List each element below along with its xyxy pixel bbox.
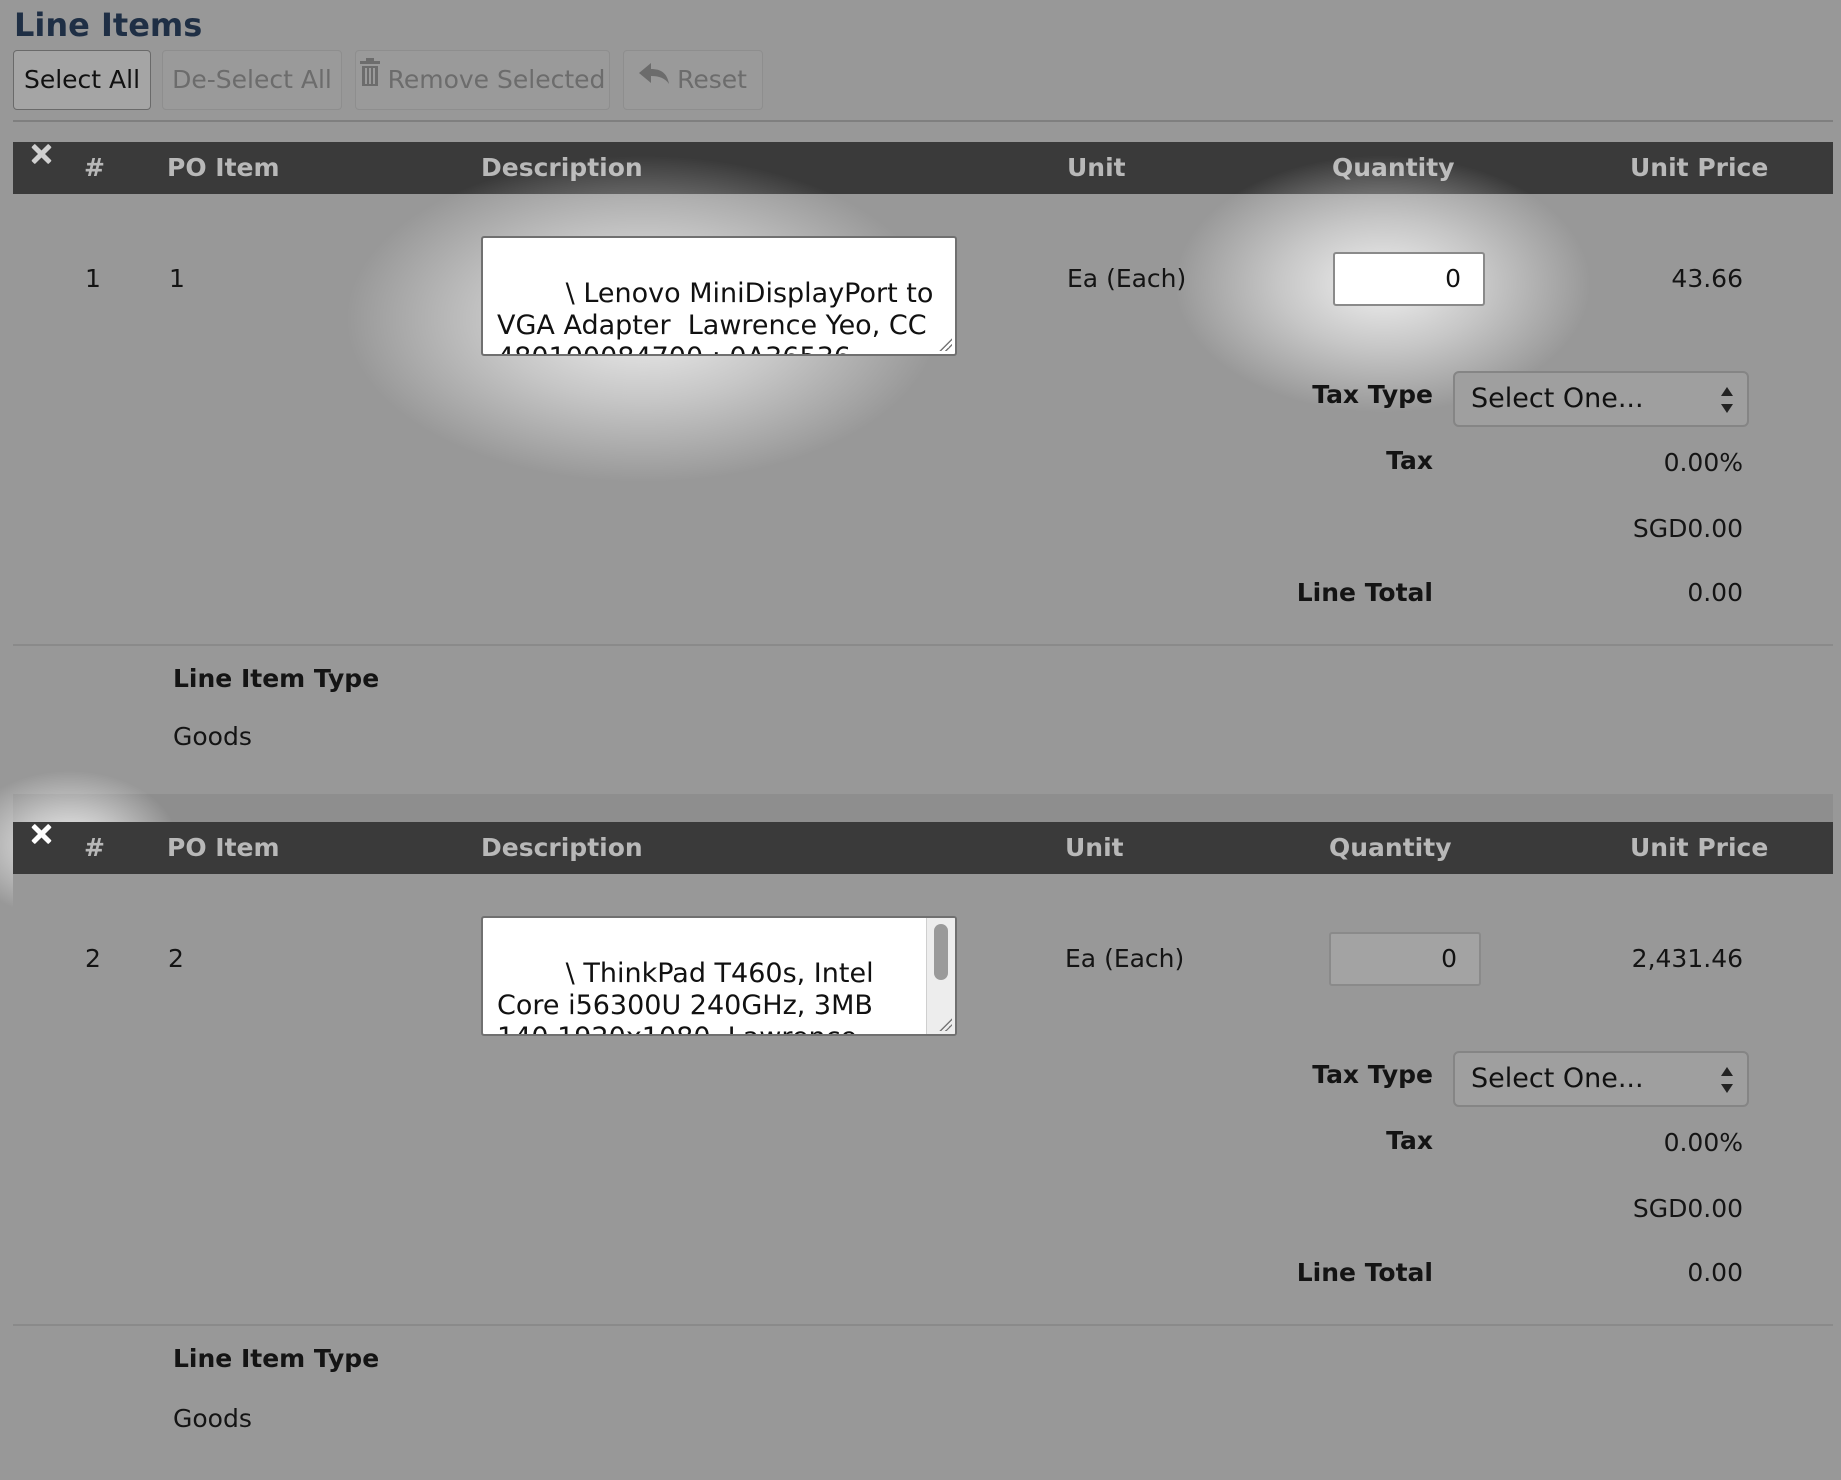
- tax-label: Tax: [1386, 1126, 1433, 1155]
- tax-rate-value: 0.00%: [1663, 1128, 1743, 1157]
- line-item-type-value: Goods: [173, 722, 252, 751]
- line-total-label: Line Total: [1296, 578, 1433, 607]
- line-item-type-value: Goods: [173, 1404, 252, 1433]
- line-item-2: # PO Item Description Unit Quantity Unit…: [13, 822, 1833, 1474]
- item-number: 2: [85, 944, 101, 973]
- item-number: 1: [85, 264, 101, 293]
- quantity-input[interactable]: 0: [1329, 932, 1481, 986]
- column-unit-price: Unit Price: [1630, 153, 1769, 182]
- undo-arrow-icon: [639, 49, 670, 107]
- line-total-value: 0.00: [1687, 1258, 1743, 1287]
- column-number: #: [84, 833, 105, 862]
- tax-label: Tax: [1386, 446, 1433, 475]
- description-textarea[interactable]: \ ThinkPad T460s, Intel Core i56300U 240…: [481, 916, 957, 1036]
- unit-price-value: 2,431.46: [1631, 944, 1743, 973]
- tax-rate-value: 0.00%: [1663, 448, 1743, 477]
- line-item-1: # PO Item Description Unit Quantity Unit…: [13, 142, 1833, 794]
- deselect-all-button[interactable]: De-Select All: [162, 50, 342, 110]
- tax-amount-value: SGD0.00: [1632, 1194, 1743, 1223]
- select-arrows-icon: [1721, 1067, 1733, 1093]
- line-total-value: 0.00: [1687, 578, 1743, 607]
- unit-price-value: 43.66: [1671, 264, 1743, 293]
- select-arrows-icon: [1721, 387, 1733, 413]
- line-item-body: 1 1 \ Lenovo MiniDisplayPort to VGA Adap…: [13, 154, 1833, 794]
- quantity-input[interactable]: 0: [1333, 252, 1485, 306]
- trash-icon: [359, 49, 380, 107]
- reset-label: Reset: [677, 65, 747, 94]
- page-title: Line Items: [14, 6, 203, 44]
- line-items-page: Line Items Select All De-Select All Remo…: [0, 0, 1841, 1480]
- resize-grip-icon[interactable]: [938, 337, 952, 351]
- resize-grip-icon[interactable]: [938, 1017, 952, 1031]
- section-divider: [13, 1324, 1833, 1326]
- column-unit: Unit: [1065, 833, 1124, 862]
- reset-button[interactable]: Reset: [623, 50, 763, 110]
- column-description: Description: [481, 833, 643, 862]
- section-divider: [13, 644, 1833, 646]
- column-po-item: PO Item: [167, 153, 280, 182]
- unit-value: Ea (Each): [1067, 264, 1187, 293]
- scrollbar-thumb[interactable]: [934, 924, 948, 980]
- close-icon[interactable]: [29, 142, 53, 166]
- toolbar-divider: [13, 120, 1833, 122]
- column-description: Description: [481, 153, 643, 182]
- line-item-type-label: Line Item Type: [173, 1344, 380, 1373]
- line-item-header: # PO Item Description Unit Quantity Unit…: [13, 142, 1833, 194]
- select-all-button[interactable]: Select All: [13, 50, 151, 110]
- tax-type-select[interactable]: Select One...: [1453, 1051, 1749, 1107]
- column-quantity: Quantity: [1329, 833, 1452, 862]
- line-total-label: Line Total: [1296, 1258, 1433, 1287]
- remove-selected-label: Remove Selected: [387, 65, 606, 94]
- po-item-value: 1: [169, 264, 185, 293]
- po-item-value: 2: [168, 944, 184, 973]
- unit-value: Ea (Each): [1065, 944, 1185, 973]
- tax-amount-value: SGD0.00: [1632, 514, 1743, 543]
- description-textarea[interactable]: \ Lenovo MiniDisplayPort to VGA Adapter …: [481, 236, 957, 356]
- tax-type-label: Tax Type: [1312, 1060, 1433, 1089]
- tax-type-label: Tax Type: [1312, 380, 1433, 409]
- column-unit-price: Unit Price: [1630, 833, 1769, 862]
- column-unit: Unit: [1067, 153, 1126, 182]
- remove-selected-button[interactable]: Remove Selected: [355, 50, 610, 110]
- line-item-header: # PO Item Description Unit Quantity Unit…: [13, 822, 1833, 874]
- line-item-type-label: Line Item Type: [173, 664, 380, 693]
- tax-type-selected-value: Select One...: [1471, 1063, 1644, 1094]
- item-separator: [13, 794, 1833, 822]
- column-quantity: Quantity: [1332, 153, 1455, 182]
- tax-type-selected-value: Select One...: [1471, 383, 1644, 414]
- description-text: \ ThinkPad T460s, Intel Core i56300U 240…: [497, 958, 874, 1034]
- column-number: #: [84, 153, 105, 182]
- column-po-item: PO Item: [167, 833, 280, 862]
- line-item-body: 2 2 \ ThinkPad T460s, Intel Core i56300U…: [13, 874, 1833, 1474]
- tax-type-select[interactable]: Select One...: [1453, 371, 1749, 427]
- close-icon[interactable]: [29, 822, 53, 846]
- description-text: \ Lenovo MiniDisplayPort to VGA Adapter …: [497, 278, 934, 354]
